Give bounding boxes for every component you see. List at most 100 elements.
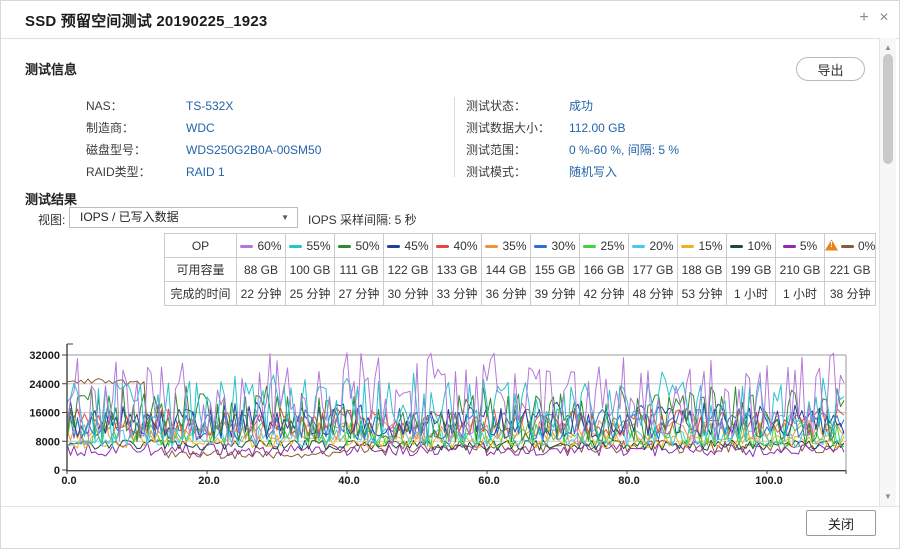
- time-cell: 30 分钟: [384, 282, 433, 306]
- info-row: 制造商：WDC: [86, 117, 446, 139]
- info-label: 测试状态：: [466, 95, 569, 117]
- info-label: 测试范围：: [466, 139, 569, 161]
- result-table: OP60%55%50%45%40%35%30%25%20%15%10%5%!0%…: [164, 233, 876, 306]
- view-label: 视图:: [38, 211, 65, 228]
- op-percent-label: 10%: [747, 239, 771, 253]
- time-cell: 48 分钟: [629, 282, 678, 306]
- vertical-scrollbar[interactable]: ▲ ▼: [879, 38, 896, 506]
- info-label: 制造商：: [86, 117, 186, 139]
- axis-tick-label: 8000: [36, 436, 60, 448]
- time-cell: 22 分钟: [237, 282, 286, 306]
- op-legend-cell: 15%: [678, 234, 727, 258]
- op-percent-label: 15%: [698, 239, 722, 253]
- capacity-cell: 221 GB: [825, 258, 876, 282]
- legend-swatch: [338, 245, 351, 248]
- legend-swatch: [681, 245, 694, 248]
- axis-tick-label: 20.0: [198, 475, 219, 487]
- legend-swatch: [240, 245, 253, 248]
- info-label: 测试模式：: [466, 161, 569, 183]
- test-result-header: 测试结果: [25, 189, 77, 208]
- op-percent-label: 40%: [453, 239, 477, 253]
- footer: 关闭: [1, 506, 900, 549]
- test-info-right-column: 测试状态：成功测试数据大小：112.00 GB测试范围：0 %-60 %, 间隔…: [466, 95, 866, 183]
- capacity-cell: 100 GB: [286, 258, 335, 282]
- info-row: RAID类型：RAID 1: [86, 161, 446, 183]
- info-label: 测试数据大小：: [466, 117, 569, 139]
- capacity-cell: 144 GB: [482, 258, 531, 282]
- warning-icon: !: [825, 240, 838, 251]
- time-cell: 42 分钟: [580, 282, 629, 306]
- axis-tick-label: 80.0: [618, 475, 639, 487]
- table-row: 完成的时间22 分钟25 分钟27 分钟30 分钟33 分钟36 分钟39 分钟…: [165, 282, 876, 306]
- op-legend-cell: 55%: [286, 234, 335, 258]
- view-dropdown[interactable]: IOPS / 已写入数据 ▼: [69, 207, 298, 228]
- op-legend-cell: 30%: [531, 234, 580, 258]
- dialog-title: SSD 预留空间测试 20190225_1923: [25, 10, 267, 31]
- op-legend-cell: 25%: [580, 234, 629, 258]
- legend-swatch: [387, 245, 400, 248]
- op-legend-cell: 40%: [433, 234, 482, 258]
- info-label: RAID类型：: [86, 161, 186, 183]
- axis-tick-label: 0: [54, 465, 60, 477]
- sampling-interval-text: IOPS 采样间隔: 5 秒: [308, 211, 417, 228]
- capacity-cell: 199 GB: [727, 258, 776, 282]
- op-percent-label: 25%: [600, 239, 624, 253]
- axis-tick-label: 100.0: [755, 475, 783, 487]
- time-cell: 36 分钟: [482, 282, 531, 306]
- info-value: 112.00 GB: [569, 121, 625, 135]
- op-percent-label: 60%: [257, 239, 281, 253]
- legend-swatch: [289, 245, 302, 248]
- close-icon[interactable]: ×: [875, 9, 893, 27]
- maximize-icon[interactable]: +: [855, 9, 873, 27]
- info-row: 磁盘型号：WDS250G2B0A-00SM50: [86, 139, 446, 161]
- op-legend-cell: 20%: [629, 234, 678, 258]
- capacity-cell: 166 GB: [580, 258, 629, 282]
- axis-tick-label: 24000: [29, 379, 60, 391]
- scrollbar-thumb[interactable]: [883, 54, 893, 164]
- op-percent-label: 55%: [306, 239, 330, 253]
- time-cell: 39 分钟: [531, 282, 580, 306]
- scroll-up-icon[interactable]: ▲: [880, 43, 896, 52]
- capacity-cell: 210 GB: [776, 258, 825, 282]
- export-button[interactable]: 导出: [796, 57, 865, 81]
- op-legend-cell: 60%: [237, 234, 286, 258]
- close-button[interactable]: 关闭: [806, 510, 876, 536]
- op-legend-cell: 45%: [384, 234, 433, 258]
- info-label: 磁盘型号：: [86, 139, 186, 161]
- op-percent-label: 20%: [649, 239, 673, 253]
- info-label: NAS：: [86, 95, 186, 117]
- info-row: NAS：TS-532X: [86, 95, 446, 117]
- legend-swatch: [783, 245, 796, 248]
- test-info-header: 测试信息: [25, 59, 77, 78]
- legend-swatch: [436, 245, 449, 248]
- info-row: 测试状态：成功: [466, 95, 866, 117]
- legend-swatch: [841, 245, 854, 248]
- info-value: 0 %-60 %, 间隔: 5 %: [569, 143, 679, 157]
- axis-tick-label: 60.0: [478, 475, 499, 487]
- info-row: 测试模式：随机写入: [466, 161, 866, 183]
- info-value: TS-532X: [186, 99, 233, 113]
- table-row: 可用容量88 GB100 GB111 GB122 GB133 GB144 GB1…: [165, 258, 876, 282]
- time-cell: 33 分钟: [433, 282, 482, 306]
- iops-chart: 080001600024000320000.020.040.060.080.01…: [1, 336, 877, 488]
- scroll-down-icon[interactable]: ▼: [880, 492, 896, 501]
- legend-swatch: [730, 245, 743, 248]
- view-dropdown-value: IOPS / 已写入数据: [80, 210, 179, 224]
- chevron-down-icon: ▼: [281, 208, 289, 227]
- time-cell: 38 分钟: [825, 282, 876, 306]
- info-value: 随机写入: [569, 165, 617, 179]
- op-percent-label: 35%: [502, 239, 526, 253]
- time-cell: 1 小时: [727, 282, 776, 306]
- capacity-cell: 177 GB: [629, 258, 678, 282]
- info-value: 成功: [569, 99, 593, 113]
- info-value: WDS250G2B0A-00SM50: [186, 143, 321, 157]
- op-legend-cell: 50%: [335, 234, 384, 258]
- op-percent-label: 50%: [355, 239, 379, 253]
- legend-swatch: [583, 245, 596, 248]
- capacity-cell: 88 GB: [237, 258, 286, 282]
- time-cell: 1 小时: [776, 282, 825, 306]
- op-percent-label: 30%: [551, 239, 575, 253]
- time-cell: 53 分钟: [678, 282, 727, 306]
- capacity-cell: 188 GB: [678, 258, 727, 282]
- op-legend-cell: 10%: [727, 234, 776, 258]
